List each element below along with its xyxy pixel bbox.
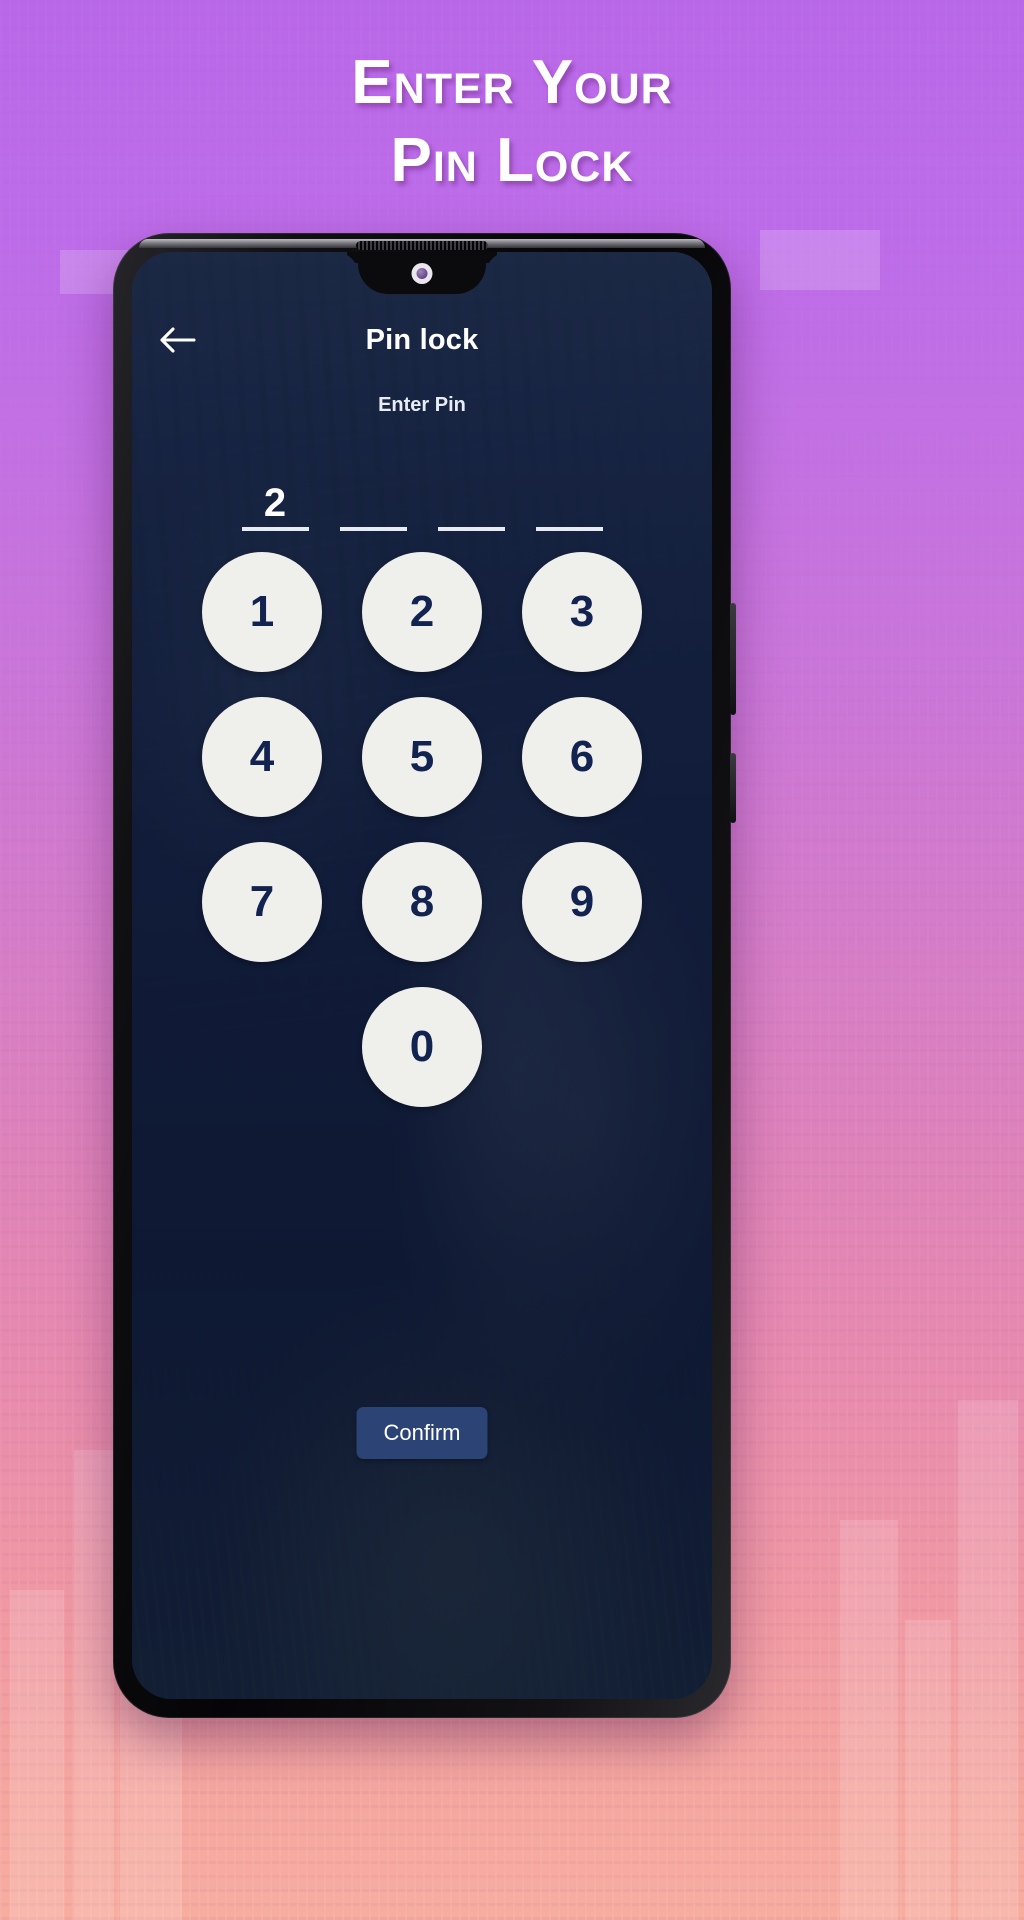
pin-slot-3[interactable] <box>437 467 505 531</box>
pin-lock-screen: Pin lock Enter Pin 2 1 2 3 4 5 6 7 8 9 0… <box>132 252 712 1699</box>
keypad-key-1[interactable]: 1 <box>202 552 322 672</box>
confirm-button[interactable]: Confirm <box>356 1407 488 1459</box>
keypad-key-9[interactable]: 9 <box>522 842 642 962</box>
volume-button[interactable] <box>730 603 736 715</box>
keypad-row: 0 <box>362 987 482 1107</box>
keypad-row: 4 5 6 <box>202 697 642 817</box>
pin-slot-2[interactable] <box>339 467 407 531</box>
skyline-building <box>840 1520 898 1920</box>
skyline-building <box>905 1620 951 1920</box>
skyline-building <box>10 1590 64 1920</box>
keypad-key-4[interactable]: 4 <box>202 697 322 817</box>
keypad-key-2[interactable]: 2 <box>362 552 482 672</box>
headline-line-2: Pin Lock <box>390 126 634 195</box>
keypad-key-0[interactable]: 0 <box>362 987 482 1107</box>
front-camera-icon <box>411 263 433 284</box>
skyline-building <box>74 1450 114 1920</box>
back-button[interactable] <box>146 312 208 368</box>
earpiece-speaker-icon <box>356 241 488 250</box>
keypad-key-8[interactable]: 8 <box>362 842 482 962</box>
back-arrow-icon <box>158 325 196 355</box>
numeric-keypad: 1 2 3 4 5 6 7 8 9 0 <box>132 552 712 1107</box>
keypad-key-7[interactable]: 7 <box>202 842 322 962</box>
pin-slot-1[interactable]: 2 <box>241 467 309 531</box>
keypad-key-6[interactable]: 6 <box>522 697 642 817</box>
keypad-key-5[interactable]: 5 <box>362 697 482 817</box>
keypad-row: 1 2 3 <box>202 552 642 672</box>
pin-input-field[interactable]: 2 <box>132 467 712 531</box>
keypad-row: 7 8 9 <box>202 842 642 962</box>
app-bar-title: Pin lock <box>365 323 479 356</box>
phone-mockup: Pin lock Enter Pin 2 1 2 3 4 5 6 7 8 9 0… <box>113 233 736 1718</box>
headline-line-1: Enter Your <box>351 48 673 117</box>
app-bar: Pin lock <box>132 312 712 368</box>
pin-slot-4[interactable] <box>535 467 603 531</box>
keypad-key-3[interactable]: 3 <box>522 552 642 672</box>
power-button[interactable] <box>730 753 736 823</box>
phone-screen: Pin lock Enter Pin 2 1 2 3 4 5 6 7 8 9 0… <box>132 252 712 1699</box>
page-title: Enter Your Pin Lock <box>0 44 1024 200</box>
skyline-building <box>958 1400 1018 1920</box>
skyline-block <box>760 230 880 290</box>
enter-pin-label: Enter Pin <box>378 394 466 416</box>
